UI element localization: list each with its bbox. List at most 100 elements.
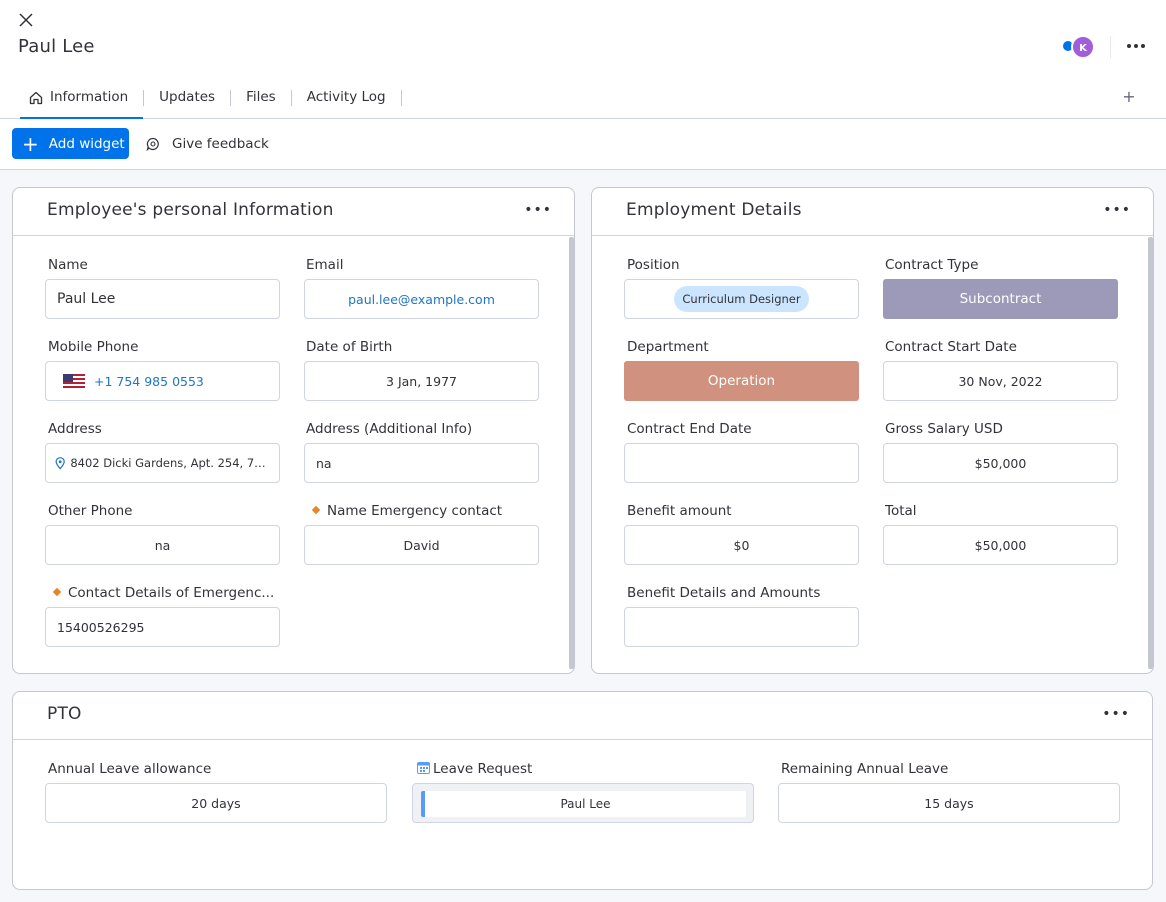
mobile-phone-label: Mobile Phone (48, 339, 139, 355)
scrollbar[interactable] (1148, 237, 1153, 669)
home-icon (29, 91, 43, 105)
contract-type-label: Contract Type (885, 257, 979, 273)
other-phone-label: Other Phone (48, 503, 133, 519)
benefit-amount-label: Benefit amount (627, 503, 732, 519)
department-label: Department (627, 339, 709, 355)
emergency-contact-label-text: Contact Details of Emergenc... (68, 585, 275, 601)
tab-information[interactable]: Information (20, 82, 144, 119)
remaining-leave-label: Remaining Annual Leave (781, 761, 949, 777)
tab-label: Information (50, 89, 129, 105)
gross-salary-value: $50,000 (974, 455, 1027, 471)
more-icon[interactable]: ••• (524, 202, 552, 218)
flag-us-icon (63, 374, 85, 388)
more-icon[interactable]: ••• (1103, 202, 1131, 218)
annual-leave-allowance-value: 20 days (191, 795, 241, 811)
remaining-leave-value: 15 days (924, 795, 974, 811)
emergency-name-label: Name Emergency contact (311, 503, 502, 519)
address-additional-label: Address (Additional Info) (306, 421, 473, 437)
widget-header: Employment Details ••• (592, 188, 1153, 236)
total-value: $50,000 (974, 537, 1027, 553)
leave-request-value: Paul Lee (560, 797, 611, 811)
email-link[interactable]: paul.lee@example.com (348, 292, 495, 307)
position-chip[interactable]: Curriculum Designer (674, 286, 809, 312)
leave-request-item[interactable]: Paul Lee (421, 791, 746, 817)
remaining-leave-field: 15 days (778, 783, 1120, 823)
address-additional-value: na (316, 455, 332, 471)
total-label: Total (885, 503, 917, 519)
name-field[interactable]: Paul Lee (45, 279, 280, 319)
widget-header: PTO ••• (13, 692, 1152, 740)
tab-bar: Information Updates Files Activity Log (20, 82, 402, 119)
emergency-contact-label: Contact Details of Emergenc... (52, 585, 274, 601)
leave-request-label: Leave Request (417, 761, 532, 777)
email-label: Email (306, 257, 344, 273)
other-phone-field[interactable]: na (45, 525, 280, 565)
date-of-birth-label: Date of Birth (306, 339, 393, 355)
widget-title: Employment Details (626, 200, 802, 220)
pto-widget: PTO ••• Annual Leave allowance 20 days L… (12, 691, 1153, 890)
tab-updates[interactable]: Updates (144, 82, 230, 119)
position-field[interactable]: Curriculum Designer (624, 279, 859, 319)
emergency-contact-field[interactable]: 15400526295 (45, 607, 280, 647)
department-status[interactable]: Operation (624, 361, 859, 401)
widget-title: Employee's personal Information (47, 200, 334, 220)
diamond-icon (52, 587, 62, 597)
emergency-name-field[interactable]: David (304, 525, 539, 565)
tab-files[interactable]: Files (231, 82, 291, 119)
position-label: Position (627, 257, 680, 273)
avatar[interactable]: K (1071, 35, 1095, 59)
leave-request-field: Paul Lee (412, 783, 754, 823)
tab-activity-log[interactable]: Activity Log (292, 82, 401, 119)
diamond-icon (311, 505, 321, 515)
toolbar: + Add widget Give feedback (0, 119, 1166, 170)
divider (400, 90, 402, 106)
add-tab-button[interactable]: + (1120, 88, 1138, 106)
page-title: Paul Lee (18, 36, 95, 57)
widget-header: Employee's personal Information ••• (13, 188, 574, 236)
emergency-name-label-text: Name Emergency contact (327, 503, 503, 519)
contract-end-label: Contract End Date (627, 421, 752, 437)
annual-leave-allowance-field[interactable]: 20 days (45, 783, 387, 823)
email-field[interactable]: paul.lee@example.com (304, 279, 539, 319)
benefit-amount-field[interactable]: $0 (624, 525, 859, 565)
address-label: Address (48, 421, 102, 437)
contract-type-status[interactable]: Subcontract (883, 279, 1118, 319)
give-feedback-button[interactable]: Give feedback (146, 136, 269, 152)
more-icon[interactable]: ••• (1102, 706, 1130, 722)
employment-details-widget: Employment Details ••• Position Curricul… (591, 187, 1154, 674)
close-icon[interactable] (17, 11, 35, 29)
address-value: 8402 Dicki Gardens, Apt. 254, 753... (70, 456, 267, 470)
leave-request-label-text: Leave Request (433, 761, 533, 777)
gross-salary-field[interactable]: $50,000 (883, 443, 1118, 483)
address-additional-field[interactable]: na (304, 443, 539, 483)
add-widget-button[interactable]: + Add widget (12, 128, 129, 159)
annual-leave-allowance-label: Annual Leave allowance (48, 761, 212, 777)
date-of-birth-field[interactable]: 3 Jan, 1977 (304, 361, 539, 401)
benefit-details-label: Benefit Details and Amounts (627, 585, 821, 601)
name-value: Paul Lee (57, 291, 116, 307)
total-field: $50,000 (883, 525, 1118, 565)
header: Paul Lee K Information Updates Files Act… (0, 0, 1166, 119)
contract-start-field[interactable]: 30 Nov, 2022 (883, 361, 1118, 401)
mobile-phone-field[interactable]: +1 754 985 0553 (45, 361, 280, 401)
contract-start-label: Contract Start Date (885, 339, 1017, 355)
widget-title: PTO (47, 704, 82, 724)
feedback-label: Give feedback (172, 136, 269, 152)
benefit-details-field[interactable] (624, 607, 859, 647)
more-icon[interactable] (1124, 36, 1148, 56)
gross-salary-label: Gross Salary USD (885, 421, 1003, 437)
address-field[interactable]: 8402 Dicki Gardens, Apt. 254, 753... (45, 443, 280, 483)
calendar-icon (417, 762, 430, 774)
divider (1110, 36, 1111, 58)
other-phone-value: na (154, 537, 171, 553)
scrollbar[interactable] (569, 237, 574, 669)
contract-end-field[interactable] (624, 443, 859, 483)
mobile-phone-value[interactable]: +1 754 985 0553 (94, 374, 204, 389)
emergency-name-value: David (403, 537, 440, 553)
benefit-amount-value: $0 (733, 537, 750, 553)
feedback-icon (146, 137, 159, 151)
location-pin-icon (55, 456, 65, 470)
personal-info-widget: Employee's personal Information ••• Name… (12, 187, 575, 674)
name-label: Name (48, 257, 88, 273)
avatar-group[interactable]: K (1061, 35, 1095, 59)
